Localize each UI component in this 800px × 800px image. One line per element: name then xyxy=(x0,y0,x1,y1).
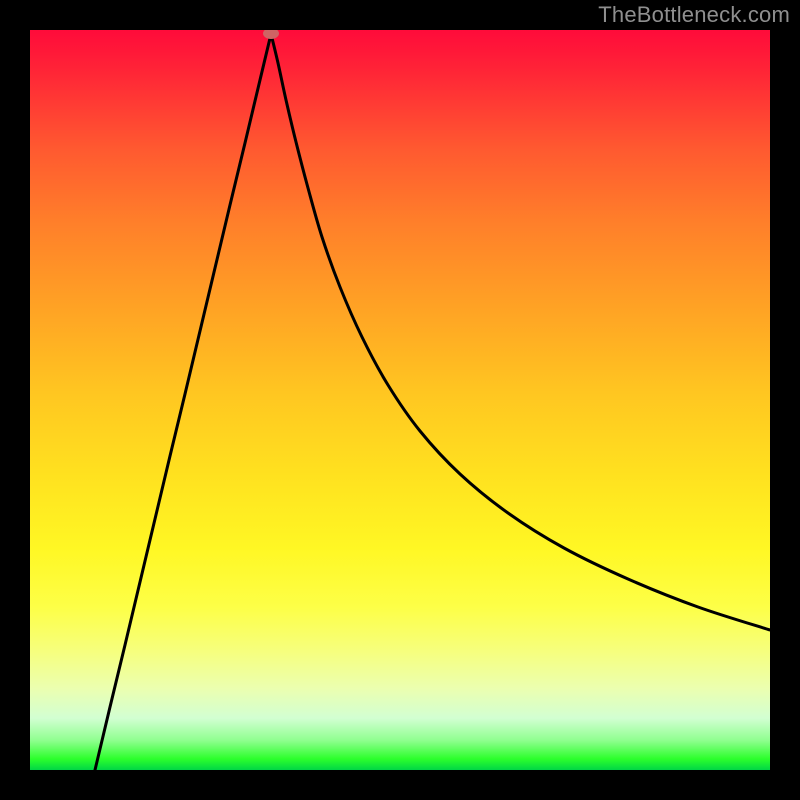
bottleneck-curve xyxy=(95,34,770,770)
chart-container: TheBottleneck.com xyxy=(0,0,800,800)
curve-plot xyxy=(30,30,770,770)
watermark-text: TheBottleneck.com xyxy=(598,2,790,28)
plot-area xyxy=(30,30,770,770)
